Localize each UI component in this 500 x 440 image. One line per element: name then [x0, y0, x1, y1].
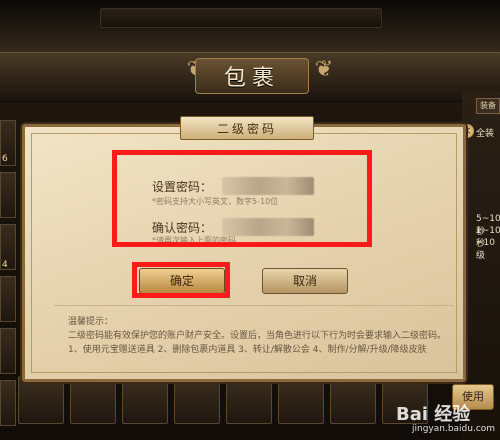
- right-tab[interactable]: 装备: [476, 98, 500, 114]
- right-panel-text: 全装: [476, 129, 495, 139]
- dialog-title-plate: 二级密码: [180, 116, 314, 140]
- left-slot[interactable]: [0, 328, 16, 374]
- inventory-title: 包裹: [223, 66, 280, 91]
- watermark-url: jingyan.baidu.com: [412, 424, 496, 434]
- inventory-slot[interactable]: [330, 376, 376, 424]
- inventory-slot[interactable]: [278, 376, 324, 424]
- left-slot[interactable]: [0, 276, 16, 322]
- highlight-box-fields: [112, 150, 372, 247]
- notice-section: 温馨提示： 二级密码能有效保护您的账户财产安全。设置后，当角色进行以下行为时会要…: [54, 305, 454, 374]
- left-slot[interactable]: [0, 172, 16, 218]
- dialog-title: 二级密码: [216, 121, 277, 136]
- left-slot-count: 6: [2, 154, 8, 164]
- left-slot-count: 4: [2, 260, 8, 270]
- inventory-slot[interactable]: [226, 376, 272, 424]
- inventory-slot[interactable]: [18, 376, 64, 424]
- notice-heading: 温馨提示：: [68, 317, 114, 327]
- inventory-title-plate: 包裹: [195, 58, 309, 94]
- top-strip: [100, 8, 382, 28]
- notice-line: 二级密码能有效保护您的账户财产安全。设置后，当角色进行以下行为时会要求输入二级密…: [68, 331, 447, 341]
- cancel-button[interactable]: 取消: [262, 268, 348, 294]
- right-panel-text: ~10级: [476, 238, 495, 261]
- top-bar: [0, 0, 500, 58]
- game-screen: ❦ 包裹 ❦ 6 4 装备 × 全装 5~10秒 1~10秒 ~10级 使用 二…: [0, 0, 500, 440]
- inventory-slot[interactable]: [122, 376, 168, 424]
- left-item-column: 6 4: [0, 110, 18, 440]
- highlight-box-confirm: [132, 262, 230, 298]
- dragon-ornament-right-icon: ❦: [314, 57, 334, 82]
- baidu-watermark-logo: Bai 经验: [396, 404, 471, 425]
- notice-line: 1、使用元宝赠送道具 2、删除包裹内道具 3、转让/解散公会 4、制作/分解/升…: [68, 345, 427, 355]
- bottom-inventory-row: [18, 376, 458, 426]
- inventory-slot[interactable]: [174, 376, 220, 424]
- left-slot[interactable]: [0, 380, 16, 426]
- inventory-slot[interactable]: [70, 376, 116, 424]
